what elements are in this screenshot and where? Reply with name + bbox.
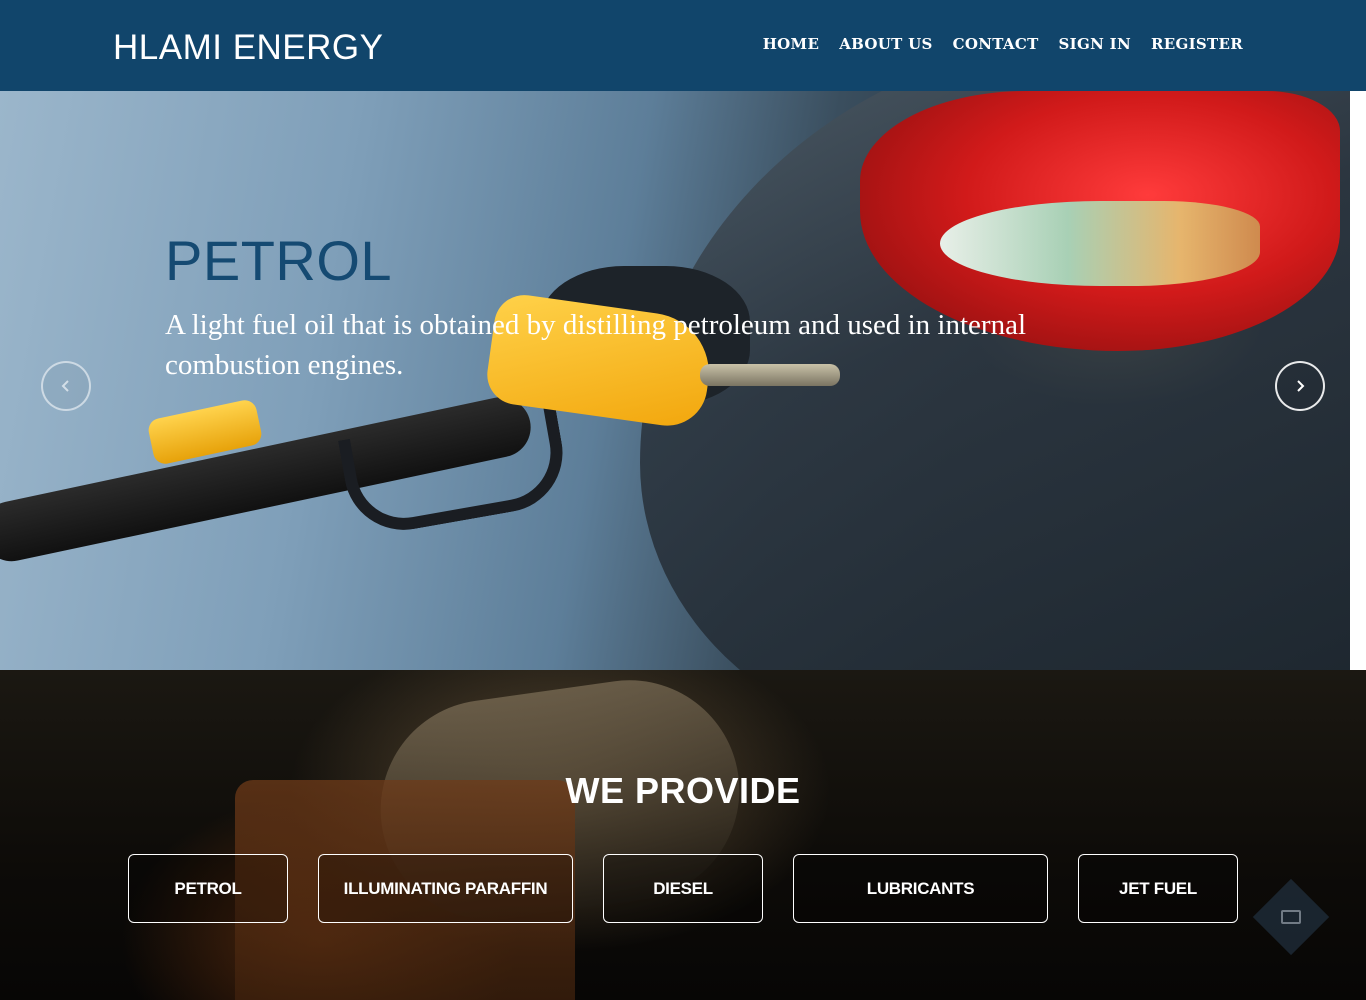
service-petrol-button[interactable]: PETROL xyxy=(128,854,288,923)
slide-title: PETROL xyxy=(165,229,393,292)
slide-caption: PETROL A light fuel oil that is obtained… xyxy=(165,231,1125,385)
navbar: HLAMI ENERGY HOME ABOUT US CONTACT SIGN … xyxy=(0,0,1366,91)
section-title: WE PROVIDE xyxy=(565,770,801,811)
nav-about-us[interactable]: ABOUT US xyxy=(839,35,932,53)
service-illuminating-paraffin-button[interactable]: ILLUMINATING PARAFFIN xyxy=(318,854,573,923)
service-diesel-button[interactable]: DIESEL xyxy=(603,854,763,923)
hero-carousel: PETROL A light fuel oil that is obtained… xyxy=(0,91,1350,670)
nav-sign-in[interactable]: SIGN IN xyxy=(1059,35,1131,53)
nav-contact[interactable]: CONTACT xyxy=(953,35,1039,53)
main-nav: HOME ABOUT US CONTACT SIGN IN REGISTER xyxy=(763,35,1243,53)
service-jet-fuel-button[interactable]: JET FUEL xyxy=(1078,854,1238,923)
nav-register[interactable]: REGISTER xyxy=(1151,35,1243,53)
carousel-next-button[interactable] xyxy=(1275,361,1325,411)
nav-home[interactable]: HOME xyxy=(763,35,819,53)
services-section: WE PROVIDE PETROL ILLUMINATING PARAFFIN … xyxy=(0,670,1366,1000)
slide-text: A light fuel oil that is obtained by dis… xyxy=(165,309,1027,381)
chevron-right-icon xyxy=(1297,380,1305,392)
scroll-top-button[interactable] xyxy=(1252,878,1330,956)
page-edge xyxy=(1350,91,1366,670)
carousel-prev-button[interactable] xyxy=(41,361,91,411)
service-lubricants-button[interactable]: LUBRICANTS xyxy=(793,854,1048,923)
money-icon xyxy=(1281,910,1301,924)
brand-logo[interactable]: HLAMI ENERGY xyxy=(113,28,384,68)
chevron-left-icon xyxy=(61,380,69,392)
